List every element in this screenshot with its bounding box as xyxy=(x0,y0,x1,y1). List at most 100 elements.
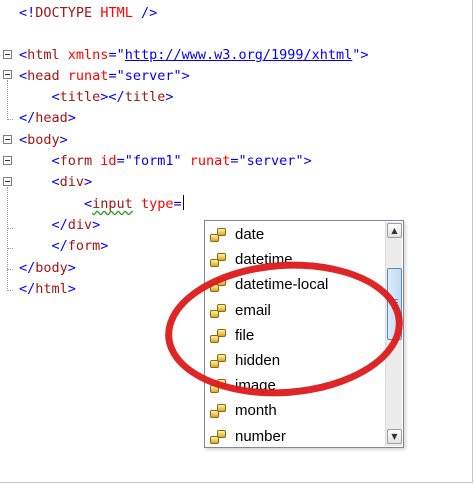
scroll-down-button[interactable]: ▼ xyxy=(387,429,402,444)
completion-item-label: email xyxy=(235,302,271,319)
thumb-grip xyxy=(392,299,398,300)
enum-value-icon xyxy=(210,277,227,292)
scroll-thumb[interactable] xyxy=(387,268,402,340)
equals: =" xyxy=(108,47,125,63)
collapse-head-icon[interactable] xyxy=(3,70,12,79)
completion-item[interactable]: number xyxy=(206,424,386,449)
bracket: > xyxy=(100,238,109,254)
bracket: "> xyxy=(295,153,312,169)
code-line-div-close[interactable]: </div> xyxy=(19,215,101,235)
code-line-doctype[interactable]: <!DOCTYPE HTML /> xyxy=(19,3,157,23)
bracket: /> xyxy=(132,5,158,21)
bracket: ></ xyxy=(100,89,125,105)
bracket: </ xyxy=(19,110,36,126)
doctype-keyword: DOCTYPE xyxy=(35,5,93,21)
completion-item[interactable]: datetime-local xyxy=(206,272,386,297)
enum-value-icon xyxy=(210,252,227,267)
bracket: </ xyxy=(19,281,36,297)
collapse-html-icon[interactable] xyxy=(3,50,12,59)
code-line-div-open[interactable]: <div> xyxy=(19,172,93,192)
code-line-form-open[interactable]: <form id="form1" runat="server"> xyxy=(19,151,312,171)
completion-item[interactable]: month xyxy=(206,398,386,423)
bracket: > xyxy=(67,281,76,297)
outline-line xyxy=(7,80,9,120)
equals: =" xyxy=(116,153,133,169)
enum-value-icon xyxy=(210,328,227,343)
bracket: </ xyxy=(51,217,68,233)
bracket: "> xyxy=(352,47,369,63)
enum-value-icon xyxy=(210,227,227,242)
bracket: < xyxy=(84,196,93,212)
namespace-link[interactable]: http://www.w3.org/1999/xhtml xyxy=(125,47,353,63)
equals: =" xyxy=(230,153,247,169)
completion-item-label: date xyxy=(235,226,265,243)
outline-tick xyxy=(7,228,13,230)
tag-name: body xyxy=(35,260,68,276)
collapse-body-icon[interactable] xyxy=(3,135,12,144)
bracket: <! xyxy=(19,5,36,21)
bracket: > xyxy=(165,89,174,105)
code-line-head-open[interactable]: <head runat="server"> xyxy=(19,66,190,86)
tag-name: title xyxy=(59,89,101,105)
thumb-grip xyxy=(392,305,398,306)
completion-item-label: datetime-local xyxy=(235,276,329,293)
thumb-grip xyxy=(392,308,398,309)
intellisense-completion-list[interactable]: date datetime datetime-local email file hidde… xyxy=(204,220,404,448)
bracket: > xyxy=(67,260,76,276)
attribute-value: server xyxy=(246,153,296,169)
bracket: > xyxy=(92,217,101,233)
tag-name: html xyxy=(35,281,68,297)
outline-tick xyxy=(7,290,13,292)
bracket: < xyxy=(51,174,60,190)
code-line-input-active[interactable]: <input type= xyxy=(19,194,184,214)
completion-item[interactable]: hidden xyxy=(206,348,386,373)
code-line-body-open[interactable]: <body> xyxy=(19,130,68,150)
completion-item[interactable]: datetime xyxy=(206,247,386,272)
enum-value-icon xyxy=(210,303,227,318)
attribute-name: id xyxy=(92,153,117,169)
tag-name: head xyxy=(27,68,60,84)
attribute-value: form1 xyxy=(132,153,174,169)
completion-scrollbar[interactable]: ▲ ▼ xyxy=(385,222,402,446)
bracket: > xyxy=(59,132,68,148)
completion-item[interactable]: file xyxy=(206,323,386,348)
code-line-form-close[interactable]: </form> xyxy=(19,236,109,256)
text-caret xyxy=(182,195,184,210)
bracket: < xyxy=(51,153,60,169)
code-line-html-close[interactable]: </html> xyxy=(19,279,76,299)
equals: =" xyxy=(108,68,125,84)
completion-item-label: hidden xyxy=(235,352,281,369)
tag-name: form xyxy=(59,153,93,169)
completion-item[interactable]: date xyxy=(206,222,386,247)
completion-item[interactable]: image xyxy=(206,373,386,398)
tag-name: form xyxy=(67,238,101,254)
outline-tick xyxy=(7,248,13,250)
completion-item[interactable]: email xyxy=(206,298,386,323)
outline-line xyxy=(7,187,9,291)
quote: " xyxy=(173,153,182,169)
collapse-form-icon[interactable] xyxy=(3,156,12,165)
collapse-div-icon[interactable] xyxy=(3,177,12,186)
completion-item-label: month xyxy=(235,402,277,419)
tag-name-warning: input xyxy=(92,196,133,212)
tag-name: div xyxy=(59,174,85,190)
completion-item-label: image xyxy=(235,377,276,394)
bracket: "> xyxy=(173,68,190,84)
code-line-head-close[interactable]: </head> xyxy=(19,108,76,128)
attribute-name: runat xyxy=(59,68,109,84)
enum-value-icon xyxy=(210,403,227,418)
equals: = xyxy=(173,196,182,212)
scroll-up-button[interactable]: ▲ xyxy=(387,223,402,238)
code-line-title[interactable]: <title></title> xyxy=(19,87,174,107)
tag-name: title xyxy=(124,89,166,105)
code-line-html-open[interactable]: <html xmlns="http://www.w3.org/1999/xhtm… xyxy=(19,45,369,65)
bracket: > xyxy=(84,174,93,190)
code-line-body-close[interactable]: </body> xyxy=(19,258,76,278)
attribute-name: type xyxy=(132,196,174,212)
outline-tick xyxy=(7,119,13,121)
